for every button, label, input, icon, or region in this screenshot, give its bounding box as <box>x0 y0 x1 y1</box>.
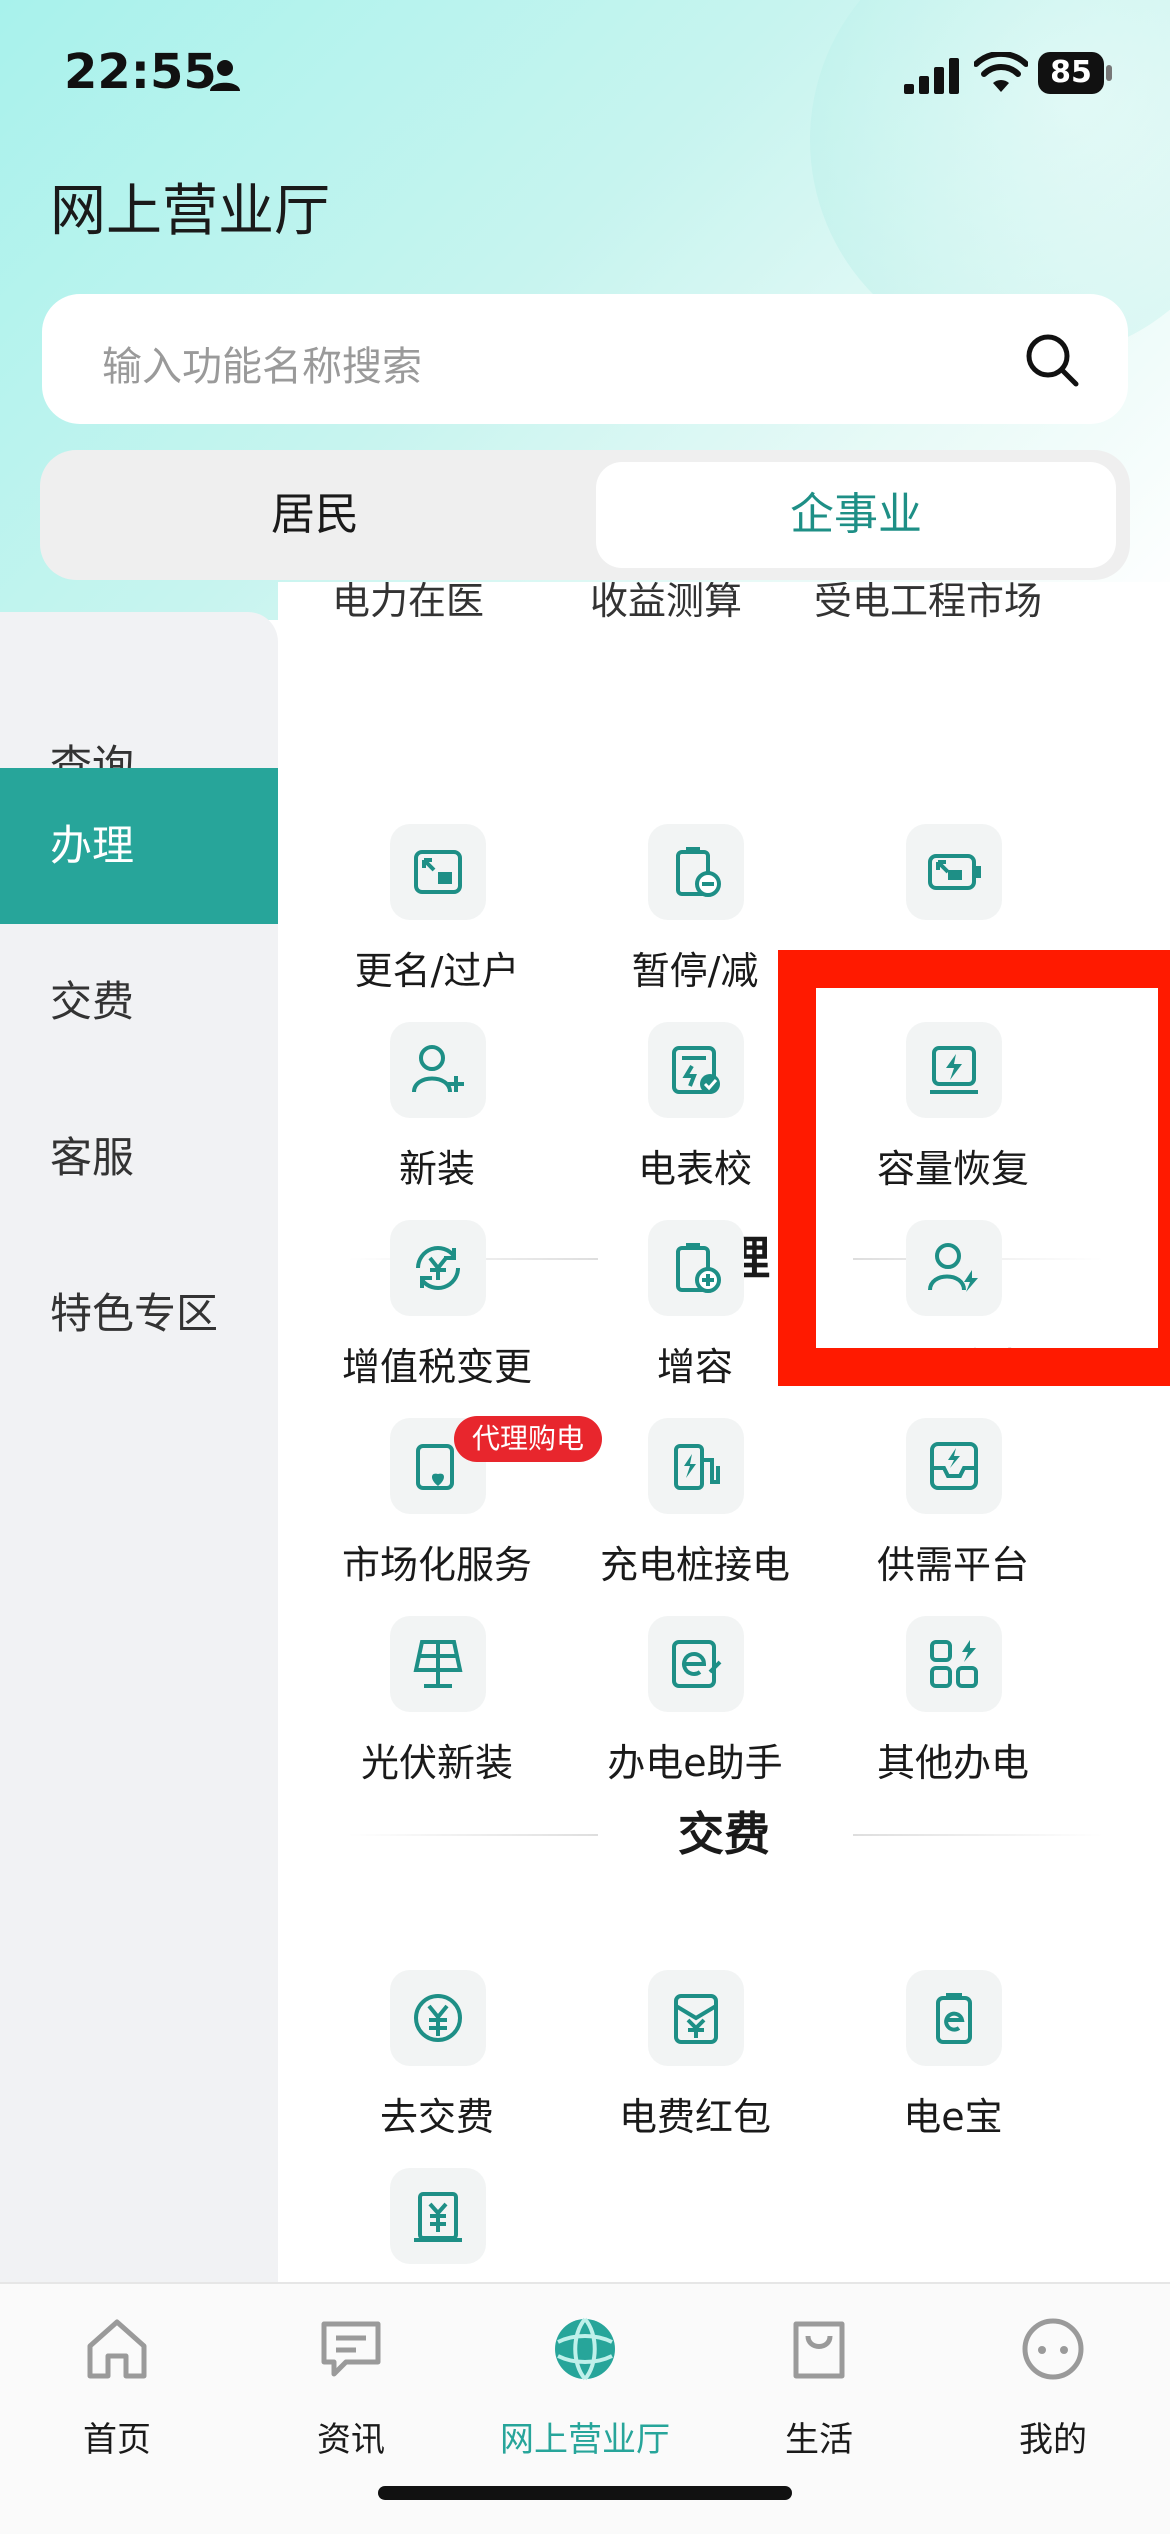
tab-online-hall[interactable]: 网上营业厅 <box>468 2300 702 2470</box>
globe-icon <box>555 2317 615 2381</box>
page-title: 网上营业厅 <box>50 179 330 244</box>
prev-item-label[interactable]: 收益测算 <box>536 582 796 625</box>
prev-item-label[interactable]: 受电工程市场 <box>798 582 1058 625</box>
search-input[interactable]: 输入功能名称搜索 <box>102 334 422 392</box>
service-label: 供需平台 <box>876 1543 1029 1587</box>
customer-type-segment: 居民 企事业 <box>40 450 1130 580</box>
tab-news[interactable]: 资讯 <box>234 2300 468 2470</box>
service-label: 新装 <box>398 1147 475 1191</box>
sidebar-item-handle[interactable]: 办理 <box>0 768 278 924</box>
solar-panel-icon <box>390 1616 486 1712</box>
status-bar: 22:55 85 <box>0 0 1170 150</box>
tab-mine[interactable]: 我的 <box>936 2300 1170 2470</box>
service-proxy-purchase[interactable]: 代理购电 <box>824 1220 1082 1390</box>
service-label: 容量恢复 <box>876 1147 1029 1191</box>
segment-enterprise[interactable]: 企事业 <box>596 462 1116 568</box>
shopping-bag-icon <box>793 2321 845 2379</box>
service-label: 充电桩接电 <box>599 1543 790 1587</box>
service-label: 去交费 <box>379 2095 494 2139</box>
service-vat-change[interactable]: 增值税变更 <box>308 1220 566 1390</box>
wifi-icon <box>974 52 1028 92</box>
service-red-envelope[interactable]: 电费红包 <box>566 1970 824 2140</box>
other-services-icon <box>906 1616 1002 1712</box>
service-pay-bill[interactable]: 去交费 <box>308 1970 566 2140</box>
service-label: 办电e助手 <box>607 1741 783 1785</box>
previous-section-row: 电力在医 收益测算 受电工程市场 <box>278 582 1170 626</box>
service-capacity-increase[interactable]: 增容 <box>566 1220 824 1390</box>
supply-demand-icon <box>906 1418 1002 1514</box>
service-battery-arrow[interactable] <box>824 824 1082 994</box>
battery-arrow-icon <box>906 824 1002 920</box>
segment-resident[interactable]: 居民 <box>50 462 580 568</box>
message-icon <box>321 2321 381 2377</box>
proxy-purchase-badge: 代理购电 <box>454 1416 603 1462</box>
service-supply-demand[interactable]: 供需平台 <box>824 1418 1082 1588</box>
battery-plus-icon <box>648 1220 744 1316</box>
service-rename-transfer[interactable]: 更名/过户 <box>308 824 566 994</box>
service-label: 代理购电 <box>876 1345 1029 1389</box>
service-charging-pile[interactable]: 充电桩接电 <box>566 1418 824 1588</box>
red-envelope-icon <box>648 1970 744 2066</box>
e-assistant-icon <box>648 1616 744 1712</box>
user-add-icon <box>390 1022 486 1118</box>
search-icon[interactable] <box>1024 332 1080 388</box>
service-label: 光伏新装 <box>360 1741 513 1785</box>
yuan-coin-icon <box>390 1970 486 2066</box>
user-bolt-icon <box>906 1220 1002 1316</box>
battery-tip <box>1106 65 1112 81</box>
prev-item-label[interactable]: 电力在医 <box>278 582 538 625</box>
service-meter-check[interactable]: 电表校 <box>566 1022 824 1192</box>
service-suspend-reduce[interactable]: 暂停/减 <box>566 824 824 994</box>
sidebar: 查询 办理 交费 客服 特色专区 <box>0 612 278 2282</box>
capacity-restore-icon <box>906 1022 1002 1118</box>
yuan-door-icon <box>390 2168 486 2264</box>
service-label: 增值税变更 <box>341 1345 532 1389</box>
service-label: 电e宝 <box>903 2095 1003 2139</box>
sidebar-item-payment[interactable]: 交费 <box>0 924 278 1080</box>
home-icon <box>87 2319 147 2379</box>
service-label: 市场化服务 <box>341 1543 532 1587</box>
home-indicator[interactable] <box>378 2486 792 2500</box>
person-icon <box>210 60 240 91</box>
service-capacity-restore[interactable]: 容量恢复 <box>824 1022 1082 1192</box>
tab-label: 生活 <box>785 2420 853 2460</box>
service-content: 电力在医 收益测算 受电工程市场 办理 更名/过户 暂停/减 新装 电表校 容量… <box>278 582 1170 2282</box>
signal-icon <box>904 58 959 94</box>
service-new-install[interactable]: 新装 <box>308 1022 566 1192</box>
service-other[interactable]: 其他办电 <box>824 1616 1082 1786</box>
smiley-icon <box>1022 2318 1084 2380</box>
battery-icon: 85 <box>1038 52 1112 94</box>
tab-label: 首页 <box>83 2420 151 2460</box>
tab-label: 网上营业厅 <box>500 2420 670 2460</box>
tax-change-icon <box>390 1220 486 1316</box>
service-label: 暂停/减 <box>631 949 759 993</box>
tab-label: 我的 <box>1019 2420 1087 2460</box>
sidebar-item-customer-service[interactable]: 客服 <box>0 1080 278 1236</box>
service-payment-extra[interactable] <box>308 2168 566 2282</box>
sidebar-item-special-zone[interactable]: 特色专区 <box>0 1236 278 1392</box>
service-e-wallet[interactable]: 电e宝 <box>824 1970 1082 2140</box>
service-e-assistant[interactable]: 办电e助手 <box>566 1616 824 1786</box>
charging-pile-icon <box>648 1418 744 1514</box>
service-solar-install[interactable]: 光伏新装 <box>308 1616 566 1786</box>
service-label: 其他办电 <box>876 1741 1029 1785</box>
tab-life[interactable]: 生活 <box>702 2300 936 2470</box>
transfer-icon <box>390 824 486 920</box>
service-label: 电表校 <box>637 1147 752 1191</box>
service-label: 电费红包 <box>618 2095 771 2139</box>
tab-home[interactable]: 首页 <box>0 2300 234 2470</box>
tab-label: 资讯 <box>317 2420 385 2460</box>
meter-check-icon <box>648 1022 744 1118</box>
status-time: 22:55 <box>64 44 217 100</box>
service-label: 增容 <box>656 1345 733 1389</box>
divider-right <box>853 1834 1103 1836</box>
section-header-payment: 交费 <box>278 1794 1170 1874</box>
search-bar[interactable]: 输入功能名称搜索 <box>42 294 1128 424</box>
service-label: 更名/过户 <box>354 949 520 993</box>
battery-minus-icon <box>648 824 744 920</box>
e-wallet-icon <box>906 1970 1002 2066</box>
battery-level: 85 <box>1038 52 1104 94</box>
